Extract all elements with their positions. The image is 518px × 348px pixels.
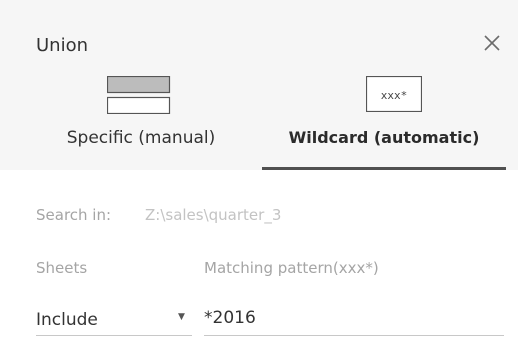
union-dialog: Union Specific (manual) xxx* Wildcard (a… bbox=[0, 0, 518, 348]
close-button[interactable] bbox=[478, 29, 506, 57]
tab-wildcard-automatic[interactable]: xxx* Wildcard (automatic) bbox=[262, 74, 506, 170]
search-in-path: Z:\sales\quarter_3 bbox=[145, 206, 282, 224]
search-in-label: Search in: bbox=[36, 206, 112, 224]
tab-label: Specific (manual) bbox=[66, 128, 216, 148]
matching-pattern-input[interactable] bbox=[204, 300, 504, 336]
wildcard-icon-text: xxx* bbox=[381, 89, 408, 102]
dialog-title: Union bbox=[36, 35, 89, 56]
sheets-include-dropdown[interactable]: Include ▼ bbox=[36, 300, 192, 336]
chevron-down-icon: ▼ bbox=[178, 312, 185, 322]
active-tab-indicator bbox=[262, 167, 506, 170]
dialog-header: Union Specific (manual) xxx* Wildcard (a… bbox=[0, 0, 518, 170]
sheets-selected-value: Include bbox=[36, 310, 98, 330]
sheets-label: Sheets bbox=[36, 259, 88, 277]
wildcard-icon: xxx* bbox=[366, 76, 422, 112]
close-icon bbox=[484, 35, 500, 51]
tab-specific-manual[interactable]: Specific (manual) bbox=[46, 74, 236, 170]
tab-label: Wildcard (automatic) bbox=[288, 128, 480, 147]
matching-pattern-label: Matching pattern(xxx*) bbox=[204, 259, 379, 277]
stacked-tables-icon bbox=[107, 76, 171, 114]
